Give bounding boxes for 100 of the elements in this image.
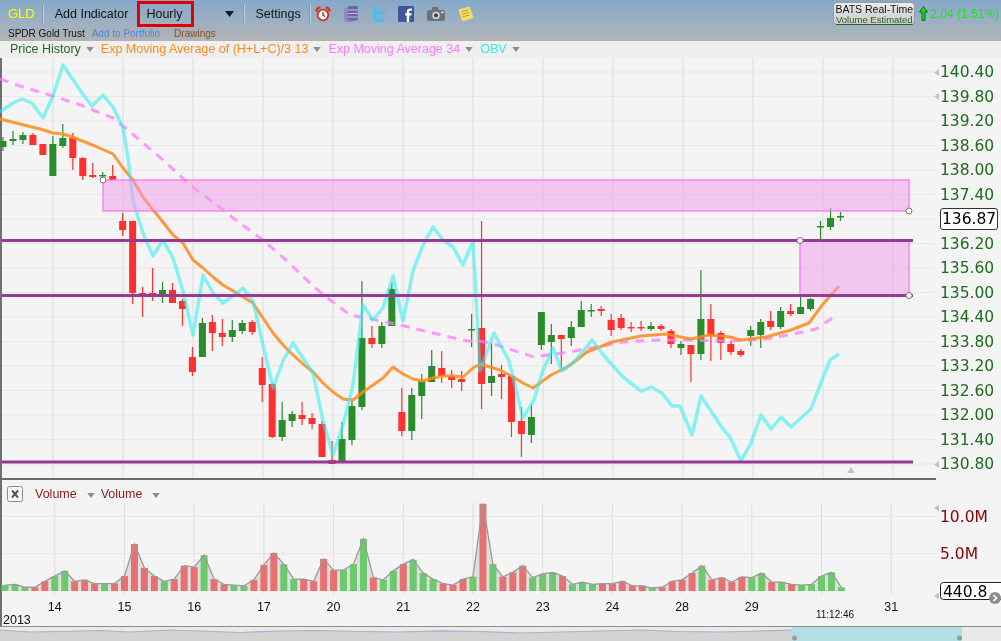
- volume-bar: [51, 576, 59, 591]
- volume-bar: [379, 579, 387, 591]
- axis-label: 135.00: [940, 283, 995, 302]
- handle-icon[interactable]: [99, 176, 107, 184]
- volume-bar: [837, 587, 845, 591]
- volume-bar: [628, 585, 636, 591]
- axis-label: 17: [256, 599, 271, 614]
- volume-bar: [539, 573, 547, 591]
- volume-estimated-link[interactable]: Volume Estimated: [834, 15, 915, 25]
- axis-label: 139.80: [940, 87, 995, 106]
- volume-bar: [21, 587, 29, 591]
- axis-label: 22: [466, 599, 480, 614]
- stack-icon[interactable]: [343, 5, 358, 22]
- grip-icon[interactable]: [957, 635, 962, 641]
- volume-bar: [31, 587, 39, 591]
- volume-bar: [768, 582, 776, 591]
- volume-bar: [250, 579, 258, 591]
- axis-label: 135.60: [940, 259, 995, 277]
- triangle-marker-icon: [934, 504, 939, 512]
- volume-bar: [509, 572, 517, 591]
- volume-bar: [270, 552, 278, 591]
- axis-label: 31: [884, 599, 899, 614]
- symbol-label: GLD: [8, 5, 35, 22]
- year-label: 2013: [3, 613, 31, 626]
- security-name: SPDR Gold Trust: [8, 28, 85, 40]
- volume-bar: [519, 565, 527, 591]
- toolbar-button[interactable]: Add Indicator: [51, 0, 132, 27]
- volume-bar: [559, 576, 567, 591]
- volume-bar: [569, 584, 577, 591]
- volume-bar: [300, 579, 308, 591]
- handle-icon[interactable]: [905, 207, 913, 215]
- volume-bar: [130, 544, 138, 591]
- volume-bar: [827, 572, 835, 591]
- handle-icon[interactable]: [796, 237, 804, 244]
- axis-label: 137.40: [940, 185, 995, 204]
- grip-icon[interactable]: [792, 635, 797, 641]
- volume-bar: [11, 584, 19, 591]
- axis-label: 138.00: [940, 161, 995, 179]
- volume-bar: [200, 555, 208, 591]
- volume-bar: [120, 576, 128, 591]
- last-price-label: 136.87: [940, 208, 999, 230]
- axis-label: 15: [117, 599, 132, 614]
- volume-bar: [359, 538, 367, 591]
- volume-bar: [409, 559, 417, 591]
- volume-bar: [111, 583, 118, 591]
- volume-bar: [588, 584, 596, 591]
- volume-bar: [658, 587, 666, 591]
- volume-bar: [160, 581, 168, 591]
- axis-label: 139.20: [940, 112, 995, 130]
- note-icon[interactable]: [457, 5, 474, 22]
- f-logo-icon[interactable]: [397, 5, 414, 22]
- scroll-right-icon[interactable]: [989, 592, 1001, 604]
- indicator-label[interactable]: Volume: [100, 487, 143, 502]
- axis-label: 134.40: [940, 308, 995, 326]
- volume-bar: [419, 573, 427, 591]
- volume-bar: [230, 585, 238, 591]
- axis-label: 14: [47, 599, 62, 614]
- axis-label: 5.0M: [940, 545, 979, 564]
- volume-bar: [818, 576, 825, 591]
- navigator-bar[interactable]: [0, 626, 1001, 641]
- handle-icon[interactable]: [905, 292, 913, 299]
- volume-bar: [280, 564, 288, 591]
- toolbar-button[interactable]: Settings: [252, 0, 304, 27]
- camera-icon[interactable]: [426, 6, 445, 21]
- indicator-label[interactable]: Price History: [10, 42, 81, 57]
- volume-bar: [678, 579, 686, 591]
- volume-bar: [758, 573, 766, 591]
- toolbar-button[interactable]: Hourly: [137, 0, 194, 27]
- close-icon[interactable]: [7, 486, 23, 502]
- time-label: 11:12:46: [815, 609, 855, 620]
- volume-bar: [389, 570, 397, 591]
- volume-bar: [529, 577, 537, 591]
- volume-bar: [290, 579, 298, 591]
- volume-bar: [549, 572, 557, 591]
- volume-bar: [698, 565, 706, 591]
- volume-bar: [808, 584, 816, 591]
- axis-label: 29: [744, 599, 759, 614]
- axis-label: 131.40: [940, 430, 995, 449]
- volume-bar: [608, 583, 616, 591]
- volume-bar: [668, 581, 676, 591]
- volume-bar: [61, 570, 69, 591]
- axis-label: 10.0M: [940, 507, 988, 526]
- volume-bar: [180, 565, 188, 591]
- volume-bar: [320, 558, 328, 591]
- volume-bar: [330, 570, 338, 591]
- price-change: 2.04 (1.51%): [930, 6, 999, 21]
- axis-label: 23: [535, 599, 550, 614]
- alarm-clock-icon[interactable]: [314, 5, 331, 22]
- volume-bar: [41, 581, 49, 591]
- volume-bar: [798, 585, 806, 591]
- volume-bar: [718, 577, 726, 591]
- volume-bar: [210, 579, 218, 591]
- indicator-label[interactable]: Volume: [35, 487, 77, 502]
- toolbar-link[interactable]: Drawings: [174, 28, 216, 40]
- volume-bar: [439, 583, 447, 591]
- axis-label: 24: [605, 599, 620, 614]
- axis-label: 16: [187, 599, 202, 614]
- volume-bar: [71, 581, 79, 591]
- volume-bar: [399, 564, 407, 591]
- volume-bar: [220, 584, 228, 591]
